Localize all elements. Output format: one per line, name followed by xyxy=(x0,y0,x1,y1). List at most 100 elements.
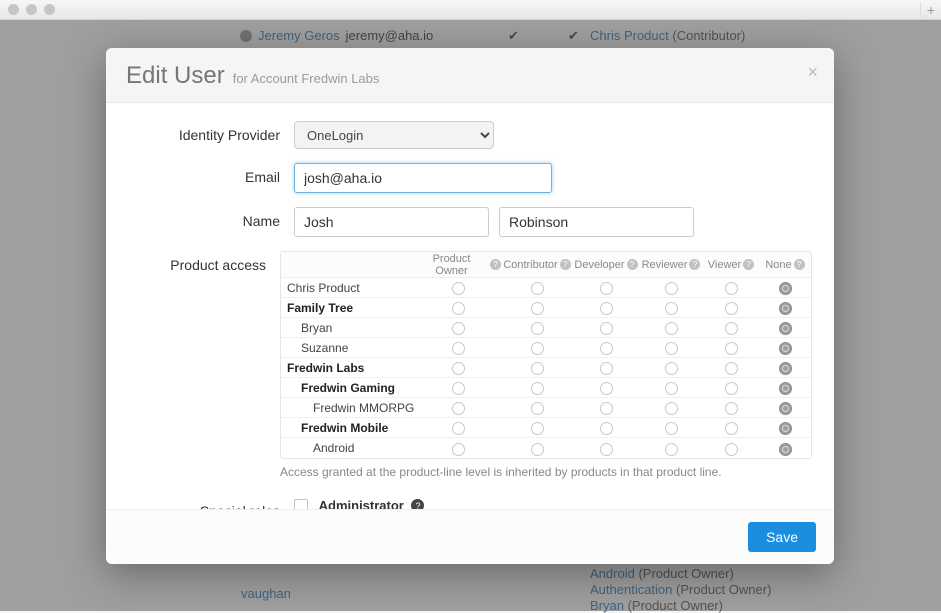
role-radio-viewer[interactable] xyxy=(725,282,738,295)
role-radio-contributor[interactable] xyxy=(531,362,544,375)
role-radio-reviewer[interactable] xyxy=(665,342,678,355)
role-radio-viewer[interactable] xyxy=(725,402,738,415)
role-radio-none[interactable] xyxy=(779,342,792,355)
role-radio-developer[interactable] xyxy=(600,282,613,295)
role-radio-viewer[interactable] xyxy=(725,382,738,395)
role-radio-developer[interactable] xyxy=(600,443,613,456)
role-radio-contributor[interactable] xyxy=(531,342,544,355)
first-name-input[interactable] xyxy=(294,207,489,237)
product-name: Family Tree xyxy=(287,301,415,315)
product-row: Bryan xyxy=(281,318,811,338)
help-icon[interactable]: ? xyxy=(743,259,754,270)
role-radio-viewer[interactable] xyxy=(725,443,738,456)
role-radio-none[interactable] xyxy=(779,322,792,335)
identity-provider-select[interactable]: OneLogin xyxy=(294,121,494,149)
role-radio-reviewer[interactable] xyxy=(665,322,678,335)
product-row: Fredwin Mobile xyxy=(281,418,811,438)
table-header: Product Owner? Contributor? Developer? R… xyxy=(281,252,811,278)
role-radio-contributor[interactable] xyxy=(531,422,544,435)
role-radio-none[interactable] xyxy=(779,302,792,315)
modal-body: Identity Provider OneLogin Email Name Pr… xyxy=(106,103,834,509)
help-icon[interactable]: ? xyxy=(490,259,501,270)
product-row: Fredwin Gaming xyxy=(281,378,811,398)
traffic-light-close[interactable] xyxy=(8,4,19,15)
role-radio-contributor[interactable] xyxy=(531,322,544,335)
role-radio-contributor[interactable] xyxy=(531,282,544,295)
role-radio-owner[interactable] xyxy=(452,422,465,435)
role-radio-owner[interactable] xyxy=(452,362,465,375)
col-contributor: Contributor? xyxy=(501,259,573,271)
product-row: Fredwin MMORPG xyxy=(281,398,811,418)
modal-title: Edit User xyxy=(126,62,225,90)
role-radio-developer[interactable] xyxy=(600,302,613,315)
col-developer: Developer? xyxy=(573,259,639,271)
role-radio-developer[interactable] xyxy=(600,382,613,395)
role-radio-contributor[interactable] xyxy=(531,443,544,456)
role-radio-viewer[interactable] xyxy=(725,422,738,435)
role-radio-reviewer[interactable] xyxy=(665,382,678,395)
product-name: Chris Product xyxy=(287,281,415,295)
role-radio-owner[interactable] xyxy=(452,302,465,315)
traffic-light-min[interactable] xyxy=(26,4,37,15)
window-chrome: + xyxy=(0,0,941,20)
role-radio-none[interactable] xyxy=(779,362,792,375)
role-radio-reviewer[interactable] xyxy=(665,282,678,295)
product-row: Suzanne xyxy=(281,338,811,358)
role-radio-owner[interactable] xyxy=(452,402,465,415)
product-name: Fredwin MMORPG xyxy=(287,401,415,415)
product-row: Fredwin Labs xyxy=(281,358,811,378)
close-icon[interactable]: × xyxy=(807,62,818,83)
role-radio-reviewer[interactable] xyxy=(665,402,678,415)
role-radio-viewer[interactable] xyxy=(725,342,738,355)
traffic-light-max[interactable] xyxy=(44,4,55,15)
save-button[interactable]: Save xyxy=(748,522,816,552)
help-icon[interactable]: ? xyxy=(689,259,700,270)
access-note: Access granted at the product-line level… xyxy=(280,465,812,479)
role-radio-developer[interactable] xyxy=(600,402,613,415)
role-radio-reviewer[interactable] xyxy=(665,302,678,315)
role-radio-contributor[interactable] xyxy=(531,302,544,315)
last-name-input[interactable] xyxy=(499,207,694,237)
role-radio-developer[interactable] xyxy=(600,422,613,435)
role-radio-none[interactable] xyxy=(779,443,792,456)
role-radio-owner[interactable] xyxy=(452,382,465,395)
role-radio-viewer[interactable] xyxy=(725,302,738,315)
role-radio-reviewer[interactable] xyxy=(665,422,678,435)
product-name: Suzanne xyxy=(287,341,415,355)
role-radio-viewer[interactable] xyxy=(725,362,738,375)
role-radio-none[interactable] xyxy=(779,282,792,295)
new-tab-icon[interactable]: + xyxy=(920,2,935,18)
role-radio-reviewer[interactable] xyxy=(665,443,678,456)
role-radio-none[interactable] xyxy=(779,402,792,415)
help-icon[interactable]: ? xyxy=(627,259,638,270)
role-radio-owner[interactable] xyxy=(452,443,465,456)
role-radio-owner[interactable] xyxy=(452,342,465,355)
role-radio-developer[interactable] xyxy=(600,342,613,355)
edit-user-modal: Edit User for Account Fredwin Labs × Ide… xyxy=(106,48,834,564)
role-radio-none[interactable] xyxy=(779,382,792,395)
role-radio-reviewer[interactable] xyxy=(665,362,678,375)
role-radio-developer[interactable] xyxy=(600,362,613,375)
administrator-checkbox[interactable] xyxy=(294,499,308,509)
product-name: Fredwin Labs xyxy=(287,361,415,375)
role-radio-contributor[interactable] xyxy=(531,382,544,395)
role-radio-developer[interactable] xyxy=(600,322,613,335)
col-product-owner: Product Owner? xyxy=(415,253,501,277)
help-icon[interactable]: ? xyxy=(794,259,805,270)
product-name: Fredwin Gaming xyxy=(287,381,415,395)
product-row: Family Tree xyxy=(281,298,811,318)
role-radio-contributor[interactable] xyxy=(531,402,544,415)
administrator-label: Administrator xyxy=(319,498,404,509)
role-radio-viewer[interactable] xyxy=(725,322,738,335)
label-email: Email xyxy=(128,163,294,193)
help-icon[interactable]: ? xyxy=(411,499,424,509)
role-radio-owner[interactable] xyxy=(452,282,465,295)
email-input[interactable] xyxy=(294,163,552,193)
product-name: Android xyxy=(287,441,415,455)
col-reviewer: Reviewer? xyxy=(639,259,703,271)
help-icon[interactable]: ? xyxy=(560,259,571,270)
role-radio-none[interactable] xyxy=(779,422,792,435)
product-row: Android xyxy=(281,438,811,458)
role-radio-owner[interactable] xyxy=(452,322,465,335)
label-name: Name xyxy=(128,207,294,237)
